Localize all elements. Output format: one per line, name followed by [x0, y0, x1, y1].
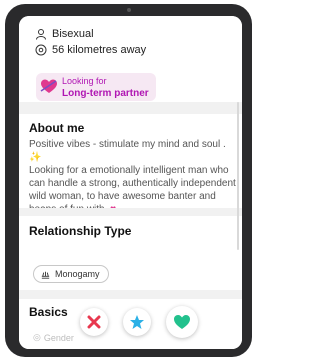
- relationship-chip: Monogamy: [33, 265, 109, 283]
- sparkle-icon: ✨: [29, 152, 42, 163]
- heart-arrow-icon: [40, 79, 57, 93]
- about-heading: About me: [29, 121, 85, 135]
- profile-screen: Bisexual 56 kilometres away Looking for …: [19, 16, 242, 349]
- about-line1: Positive vibes - stimulate my mind and s…: [29, 139, 226, 150]
- like-button[interactable]: [166, 306, 198, 338]
- scrollbar[interactable]: [237, 102, 239, 250]
- pass-button[interactable]: [80, 308, 108, 336]
- section-divider: [19, 102, 242, 114]
- tablet-frame: Bisexual 56 kilometres away Looking for …: [5, 4, 252, 357]
- profile-header: Bisexual 56 kilometres away Looking for …: [19, 16, 242, 101]
- camera-dot: [126, 8, 131, 12]
- about-text: Positive vibes - stimulate my mind and s…: [29, 138, 239, 216]
- location-pin-icon: [35, 44, 47, 56]
- relationship-heading: Relationship Type: [29, 224, 132, 238]
- distance-row: 56 kilometres away: [35, 44, 146, 56]
- looking-for-value: Long-term partner: [62, 88, 149, 99]
- gender-row: ◎ Gender: [33, 332, 74, 343]
- star-icon: [130, 315, 144, 329]
- orientation-row: Bisexual: [35, 28, 94, 40]
- monogamy-icon: [41, 271, 50, 279]
- close-icon: [87, 315, 101, 329]
- section-divider-3: [19, 290, 242, 299]
- basics-heading: Basics: [29, 305, 68, 319]
- orientation-text: Bisexual: [52, 28, 94, 40]
- relationship-chip-label: Monogamy: [55, 269, 100, 279]
- gender-icon: ◎: [33, 332, 41, 342]
- gender-label: Gender: [43, 332, 74, 343]
- looking-for-card: Looking for Long-term partner: [36, 73, 156, 101]
- section-divider-2: [19, 208, 242, 216]
- distance-text: 56 kilometres away: [52, 44, 147, 56]
- looking-for-label: Looking for: [62, 76, 107, 86]
- super-like-button[interactable]: [123, 308, 151, 336]
- heart-icon: [174, 315, 190, 329]
- person-icon: [36, 29, 46, 40]
